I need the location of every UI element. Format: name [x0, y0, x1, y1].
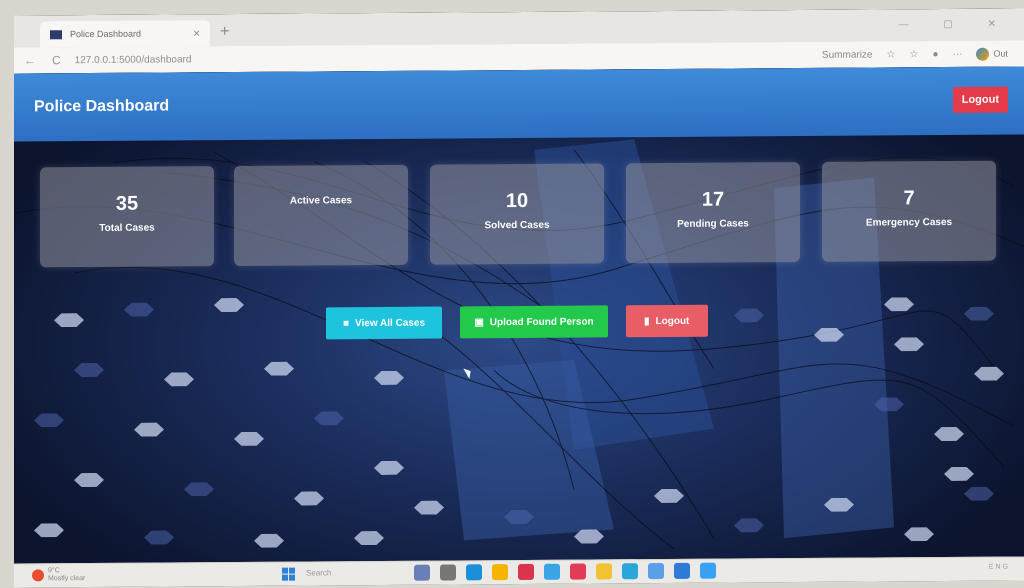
stat-label: Total Cases [99, 222, 155, 234]
monitor-screen: Police Dashboard × + — ▢ ✕ ← C 127.0.0.1… [14, 8, 1024, 588]
header-logout-button[interactable]: Logout [952, 86, 1008, 113]
stat-card-active: Active Cases [234, 164, 408, 266]
copilot-taskbar-icon[interactable] [700, 562, 716, 579]
favorites-icon[interactable]: ☆ [909, 49, 918, 60]
page-viewport: Police Dashboard Logout 35 Total Cases A… [14, 66, 1024, 564]
view-all-cases-button[interactable]: ■ View All Cases [326, 306, 442, 340]
tab-favicon-icon [50, 29, 62, 39]
store-icon[interactable] [518, 563, 534, 581]
stat-card-emergency: 7 Emergency Cases [822, 160, 996, 262]
taskbar-search[interactable]: Search [306, 568, 331, 577]
url-field[interactable]: 127.0.0.1:5000/dashboard [75, 54, 192, 66]
office-icon[interactable] [570, 563, 586, 580]
weather-widget[interactable]: 9°C Mostly clear [32, 567, 85, 583]
new-tab-button[interactable]: + [220, 23, 229, 41]
toolbar-right: Summarize ☆ ☆ ● ··· Out [822, 47, 1008, 61]
photos-icon[interactable] [622, 563, 638, 580]
browser-tab[interactable]: Police Dashboard × [40, 20, 210, 48]
vscode-icon[interactable] [674, 562, 690, 579]
profile-icon[interactable]: ● [932, 49, 938, 60]
stat-label: Pending Cases [677, 218, 749, 230]
app-header: Police Dashboard Logout [14, 66, 1024, 142]
upload-icon: ▣ [474, 316, 484, 328]
more-icon[interactable]: ··· [952, 48, 962, 59]
logout-button[interactable]: ▮ Logout [626, 304, 708, 338]
logout-label: Logout [655, 315, 690, 327]
reload-icon[interactable]: C [52, 53, 61, 67]
stat-card-solved: 10 Solved Cases [430, 163, 604, 265]
app-icon[interactable] [544, 563, 560, 580]
task-view-icon[interactable] [414, 564, 430, 581]
stat-value: 10 [505, 189, 529, 213]
weather-icon [32, 569, 44, 582]
star-icon[interactable]: ☆ [887, 49, 896, 60]
chrome-icon[interactable] [648, 562, 664, 580]
edge-icon[interactable] [466, 564, 482, 581]
weather-temp: 9°C [48, 567, 60, 575]
stat-value: 35 [115, 192, 139, 215]
windows-start-icon[interactable] [282, 567, 295, 581]
stat-value: 7 [903, 187, 915, 210]
upload-found-person-button[interactable]: ▣ Upload Found Person [460, 305, 608, 339]
view-all-label: View All Cases [355, 317, 426, 329]
stat-label: Emergency Cases [865, 216, 953, 229]
system-tray[interactable]: ENG [989, 564, 1010, 571]
stat-value: 17 [701, 188, 725, 211]
stat-card-pending: 17 Pending Cases [626, 162, 800, 264]
stat-label: Solved Cases [484, 219, 550, 232]
page-title: Police Dashboard [34, 97, 170, 116]
tab-title: Police Dashboard [70, 28, 142, 40]
copilot-label: Out [993, 48, 1008, 59]
taskbar-apps [414, 562, 716, 581]
weather-text: Mostly clear [48, 575, 86, 583]
stat-card-total: 35 Total Cases [40, 166, 214, 268]
stat-label: Active Cases [289, 195, 353, 207]
upload-label: Upload Found Person [489, 315, 594, 328]
explorer-icon[interactable] [596, 563, 612, 580]
file-explorer-icon[interactable] [440, 564, 456, 581]
copilot-icon[interactable] [976, 47, 990, 61]
window-controls[interactable]: — ▢ ✕ [899, 19, 1012, 31]
stats-cards: 35 Total Cases Active Cases 10 Solved Ca… [40, 160, 1010, 272]
back-icon[interactable]: ← [24, 53, 36, 67]
logout-icon: ▮ [644, 315, 650, 327]
folder-icon[interactable] [492, 564, 508, 581]
tab-close-icon[interactable]: × [193, 26, 200, 40]
folder-icon: ■ [342, 317, 349, 329]
summarize-button[interactable]: Summarize [822, 49, 873, 60]
